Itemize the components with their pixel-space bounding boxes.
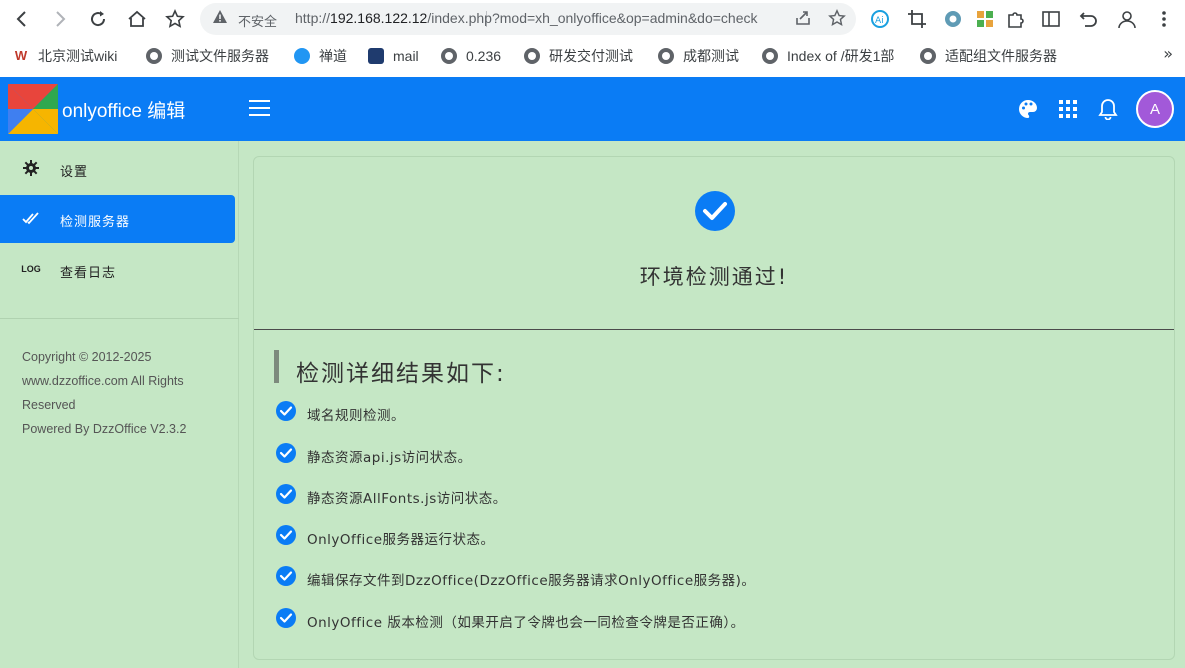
bookmark-label: 北京测试wiki — [38, 48, 118, 64]
bookmark-item[interactable]: 成都测试 — [658, 46, 739, 66]
browser-chrome: 不安全 http://192.168.122.12/index.php?mod=… — [0, 0, 1185, 77]
bookmarks-bar: W 北京测试wiki 测试文件服务器 禅道 mail 0.236 研发交付测试 成… — [0, 40, 1185, 72]
forward-icon[interactable] — [48, 7, 72, 31]
copyright-line: www.dzzoffice.com All Rights — [22, 374, 184, 388]
bookmark-item[interactable]: Index of /研发1部 — [762, 46, 894, 66]
bookmark-item[interactable]: 适配组文件服务器 — [920, 46, 1057, 66]
bell-icon[interactable] — [1096, 97, 1120, 121]
bookmark-label: mail — [393, 48, 419, 64]
bookmark-label: 研发交付测试 — [549, 48, 633, 64]
bookmark-label: 适配组文件服务器 — [945, 48, 1057, 64]
copyright-line: Reserved — [22, 398, 76, 412]
detail-title: 检测详细结果如下: — [296, 361, 506, 387]
check-circle-icon — [276, 566, 296, 586]
check-circle-icon — [276, 401, 296, 421]
double-check-icon — [22, 209, 40, 227]
check-circle-icon — [276, 608, 296, 628]
qr-extension-icon[interactable] — [973, 7, 997, 31]
warning-icon[interactable] — [212, 9, 228, 29]
url-host: 192.168.122.12 — [330, 10, 428, 26]
hamburger-menu-icon[interactable] — [249, 100, 270, 118]
check-result-card: 环境检测通过! 检测详细结果如下: 域名规则检测。 静态资源api.js访问状态… — [253, 156, 1175, 660]
globe-icon — [658, 48, 674, 64]
check-circle-icon — [276, 525, 296, 545]
globe-icon — [441, 48, 457, 64]
result-text: 静态资源AllFonts.js访问状态。 — [307, 491, 507, 507]
chandao-icon — [294, 48, 310, 64]
globe-icon — [146, 48, 162, 64]
result-text: 编辑保存文件到DzzOffice(DzzOffice服务器请求OnlyOffic… — [307, 573, 756, 589]
pass-title: 环境检测通过! — [639, 265, 789, 289]
share-icon[interactable] — [794, 9, 812, 31]
home-icon[interactable] — [125, 7, 149, 31]
globe-icon — [524, 48, 540, 64]
card-divider — [254, 329, 1174, 330]
bookmark-item[interactable]: 测试文件服务器 — [146, 46, 269, 66]
ai-extension-icon[interactable]: Ai — [868, 7, 892, 31]
sidebar-item-check-server[interactable]: 检测服务器 — [0, 195, 235, 243]
result-text: 静态资源api.js访问状态。 — [307, 450, 472, 466]
sidebar: 设置 检测服务器 LOG 查看日志 Copyright © 2012-2025 … — [0, 141, 239, 668]
bookmarks-overflow-icon[interactable]: » — [1163, 44, 1173, 63]
mail-icon — [368, 48, 384, 64]
copyright-line: Powered By DzzOffice V2.3.2 — [22, 422, 187, 436]
url-path: /index.php?mod=xh_onlyoffice&op=admin&do… — [427, 10, 758, 26]
bookmark-star-icon[interactable] — [163, 7, 187, 31]
bookmark-item[interactable]: W 北京测试wiki — [13, 46, 117, 66]
profile-icon[interactable] — [1115, 7, 1139, 31]
star-icon[interactable] — [828, 9, 846, 31]
result-text: 域名规则检测。 — [307, 408, 405, 424]
bookmark-label: 测试文件服务器 — [171, 48, 269, 64]
url-prefix: http:// — [295, 10, 331, 26]
log-icon: LOG — [21, 264, 41, 274]
success-check-icon — [695, 191, 735, 231]
side-panel-icon[interactable] — [1039, 7, 1063, 31]
apps-grid-icon[interactable] — [1056, 97, 1080, 121]
url-text[interactable]: http://192.168.122.12/index.php?mod=xh_o… — [295, 10, 758, 26]
undo-icon[interactable] — [1077, 7, 1101, 31]
bookmark-label: 禅道 — [319, 48, 347, 64]
sidebar-item-label: 检测服务器 — [60, 215, 131, 230]
bookmark-label: 成都测试 — [683, 48, 739, 64]
app-header: onlyoffice 编辑 A — [0, 77, 1185, 141]
w-icon: W — [13, 48, 29, 64]
sidebar-item-view-log[interactable]: LOG 查看日志 — [0, 246, 235, 294]
copyright-text: Copyright © 2012-2025 www.dzzoffice.com … — [22, 345, 222, 441]
sidebar-item-settings[interactable]: 设置 — [0, 145, 235, 193]
result-text: OnlyOffice 版本检测（如果开启了令牌也会一同检查令牌是否正确）。 — [307, 615, 745, 631]
gear-icon — [22, 159, 40, 177]
check-circle-icon — [276, 484, 296, 504]
check-circle-icon — [276, 443, 296, 463]
extensions-puzzle-icon[interactable] — [1004, 7, 1028, 31]
crop-icon[interactable] — [905, 7, 929, 31]
reload-icon[interactable] — [86, 7, 110, 31]
bookmark-item[interactable]: 研发交付测试 — [524, 46, 633, 66]
globe-icon — [762, 48, 778, 64]
svg-text:Ai: Ai — [875, 16, 884, 26]
globe-icon — [920, 48, 936, 64]
insecure-label: 不安全 — [238, 15, 278, 30]
bookmark-label: 0.236 — [466, 48, 502, 64]
sidebar-item-label: 查看日志 — [60, 266, 117, 281]
app-title: onlyoffice 编辑 — [62, 101, 186, 122]
address-bar[interactable]: 不安全 http://192.168.122.12/index.php?mod=… — [200, 3, 856, 35]
bookmark-label: Index of /研发1部 — [787, 48, 895, 64]
result-text: OnlyOffice服务器运行状态。 — [307, 532, 495, 548]
palette-icon[interactable] — [1016, 97, 1040, 121]
detail-title-bar — [274, 350, 279, 383]
extension-circle-icon[interactable] — [941, 7, 965, 31]
app-logo[interactable] — [8, 84, 58, 134]
user-avatar[interactable]: A — [1136, 90, 1174, 128]
sidebar-item-label: 设置 — [60, 165, 89, 180]
bookmark-item[interactable]: 0.236 — [441, 46, 501, 66]
bookmark-item[interactable]: mail — [368, 46, 419, 66]
bookmark-item[interactable]: 禅道 — [294, 46, 347, 66]
menu-kebab-icon[interactable] — [1152, 7, 1176, 31]
back-icon[interactable] — [10, 7, 34, 31]
sidebar-divider — [0, 318, 239, 319]
copyright-line: Copyright © 2012-2025 — [22, 350, 152, 364]
browser-toolbar: 不安全 http://192.168.122.12/index.php?mod=… — [0, 0, 1185, 38]
